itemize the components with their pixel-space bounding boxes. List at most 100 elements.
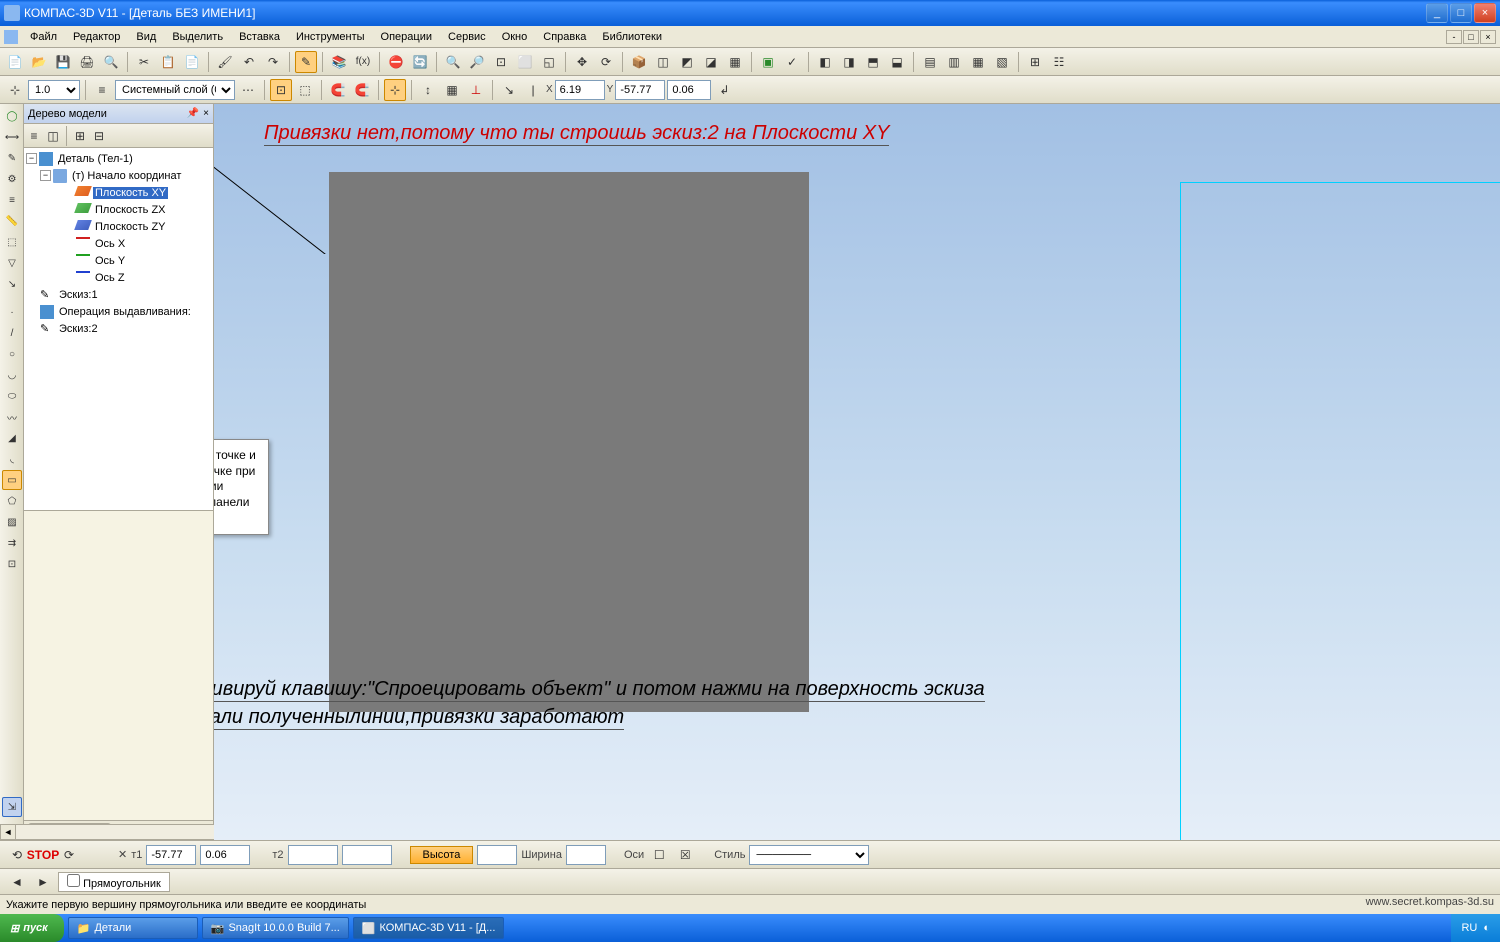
- height-input[interactable]: [477, 845, 517, 865]
- tree-origin[interactable]: −(т) Начало координат: [26, 167, 211, 184]
- layer-combo[interactable]: Системный слой (0): [115, 80, 235, 100]
- tree-pin-icon[interactable]: 📌: [187, 108, 199, 119]
- zoom-prev-button[interactable]: ◱: [538, 51, 560, 73]
- measure-panel-button[interactable]: 📏: [2, 211, 22, 231]
- layer-mgr-button[interactable]: ⋯: [237, 79, 259, 101]
- spline-tool-button[interactable]: 〰: [2, 407, 22, 427]
- vars-button[interactable]: f(x): [352, 51, 374, 73]
- coord-y-input[interactable]: [615, 80, 665, 100]
- axis-on-button[interactable]: ☐: [648, 844, 670, 866]
- viewport-3d[interactable]: Привязки нет,потому что ты строишь эскиз…: [214, 104, 1500, 840]
- magnet-on-button[interactable]: 🧲: [327, 79, 349, 101]
- mdi-close[interactable]: ×: [1480, 30, 1496, 44]
- collect-tool-button[interactable]: ⊡: [2, 554, 22, 574]
- poly-tool-button[interactable]: ⬠: [2, 491, 22, 511]
- taskbar-item-3[interactable]: ⬜ КОМПАС-3D V11 - [Д...: [353, 917, 505, 939]
- tree-t2-button[interactable]: ◫: [44, 127, 62, 145]
- minimize-button[interactable]: _: [1426, 3, 1448, 23]
- t1-y-input[interactable]: [200, 845, 250, 865]
- tree-t1-button[interactable]: ≡: [25, 127, 43, 145]
- tray-lang-icon[interactable]: RU: [1461, 922, 1477, 934]
- step-combo[interactable]: 1.0: [28, 80, 80, 100]
- tree-extrude[interactable]: Операция выдавливания:: [26, 303, 211, 320]
- prop-auto-button[interactable]: ⟳: [58, 844, 80, 866]
- tree-axis-x[interactable]: Ось X: [26, 235, 211, 252]
- geometry-panel-button[interactable]: ◯: [2, 106, 22, 126]
- arc-tool-button[interactable]: ◡: [2, 365, 22, 385]
- zoom-fit-button[interactable]: ⬜: [514, 51, 536, 73]
- style-combo[interactable]: ───────: [749, 845, 869, 865]
- menu-libs[interactable]: Библиотеки: [594, 29, 670, 45]
- coord-x-input[interactable]: [555, 80, 605, 100]
- win2-button[interactable]: ▥: [943, 51, 965, 73]
- win3-button[interactable]: ▦: [967, 51, 989, 73]
- pan-button[interactable]: ✥: [571, 51, 593, 73]
- snap2-button[interactable]: ⬚: [294, 79, 316, 101]
- menu-service[interactable]: Сервис: [440, 29, 494, 45]
- redo-button[interactable]: ↷: [262, 51, 284, 73]
- zoom-in-button[interactable]: 🔎: [466, 51, 488, 73]
- prop-tab-rect[interactable]: Прямоугольник: [58, 872, 170, 892]
- hatch-tool-button[interactable]: ▨: [2, 512, 22, 532]
- lib-button[interactable]: 📚: [328, 51, 350, 73]
- stop-button[interactable]: ⛔: [385, 51, 407, 73]
- newwin-button[interactable]: ⊞: [1024, 51, 1046, 73]
- copy-button[interactable]: 📋: [157, 51, 179, 73]
- tree-t3-button[interactable]: ⊞: [71, 127, 89, 145]
- local-button[interactable]: ⊥: [465, 79, 487, 101]
- refresh-button[interactable]: 🔄: [409, 51, 431, 73]
- menu-ops[interactable]: Операции: [373, 29, 440, 45]
- tree-sketch1[interactable]: ✎Эскиз:1: [26, 286, 211, 303]
- close-button[interactable]: ×: [1474, 3, 1496, 23]
- copyprops-button[interactable]: 🖌: [214, 51, 236, 73]
- win4-button[interactable]: ▧: [991, 51, 1013, 73]
- menu-view[interactable]: Вид: [128, 29, 164, 45]
- tree-plane-xy[interactable]: Плоскость XY: [26, 184, 211, 201]
- symbols-panel-button[interactable]: ✎: [2, 148, 22, 168]
- sketch-button[interactable]: ✎: [295, 51, 317, 73]
- chamfer-tool-button[interactable]: ◢: [2, 428, 22, 448]
- scroll-left-icon[interactable]: ◄: [0, 824, 16, 840]
- mdi-restore[interactable]: □: [1463, 30, 1479, 44]
- simpl-button[interactable]: ✓: [781, 51, 803, 73]
- circle-tool-button[interactable]: ○: [2, 344, 22, 364]
- rect-tool-button[interactable]: ▭: [2, 470, 22, 490]
- coord-go-button[interactable]: ↲: [713, 79, 735, 101]
- preview-button[interactable]: 🔍: [100, 51, 122, 73]
- shade-hidden-button[interactable]: ◩: [676, 51, 698, 73]
- prop-back-button[interactable]: ⟲: [6, 844, 28, 866]
- snap1-button[interactable]: ⊡: [270, 79, 292, 101]
- offset-tool-button[interactable]: ⇉: [2, 533, 22, 553]
- win1-button[interactable]: ▤: [919, 51, 941, 73]
- t2-y-input[interactable]: [342, 845, 392, 865]
- tree-t4-button[interactable]: ⊟: [90, 127, 108, 145]
- open-button[interactable]: 📂: [28, 51, 50, 73]
- menu-editor[interactable]: Редактор: [65, 29, 128, 45]
- ellipse-tool-button[interactable]: ⬭: [2, 386, 22, 406]
- shade-gray-button[interactable]: ▦: [724, 51, 746, 73]
- t1-x-input[interactable]: [146, 845, 196, 865]
- prop-tab-prev[interactable]: ◄: [6, 871, 28, 893]
- project-panel-button[interactable]: ↘: [2, 274, 22, 294]
- rough-panel-button[interactable]: ▽: [2, 253, 22, 273]
- tree-root[interactable]: −Деталь (Тел-1): [26, 150, 211, 167]
- menu-window[interactable]: Окно: [494, 29, 536, 45]
- menu-file[interactable]: Файл: [22, 29, 65, 45]
- undo-button[interactable]: ↶: [238, 51, 260, 73]
- orient-button[interactable]: 📦: [628, 51, 650, 73]
- shade-wire-button[interactable]: ◫: [652, 51, 674, 73]
- rotate-button[interactable]: ⟳: [595, 51, 617, 73]
- taskbar-item-2[interactable]: 📷 SnagIt 10.0.0 Build 7...: [202, 917, 349, 939]
- t2-x-input[interactable]: [288, 845, 338, 865]
- prop-tab-next[interactable]: ►: [32, 871, 54, 893]
- view4-button[interactable]: ⬓: [886, 51, 908, 73]
- props-button[interactable]: ☷: [1048, 51, 1070, 73]
- select-panel-button[interactable]: ⬚: [2, 232, 22, 252]
- tree-plane-zx[interactable]: Плоскость ZX: [26, 201, 211, 218]
- tree-axis-y[interactable]: Ось Y: [26, 252, 211, 269]
- maximize-button[interactable]: □: [1450, 3, 1472, 23]
- menu-select[interactable]: Выделить: [164, 29, 231, 45]
- save-button[interactable]: 💾: [52, 51, 74, 73]
- paste-button[interactable]: 📄: [181, 51, 203, 73]
- mdi-minimize[interactable]: -: [1446, 30, 1462, 44]
